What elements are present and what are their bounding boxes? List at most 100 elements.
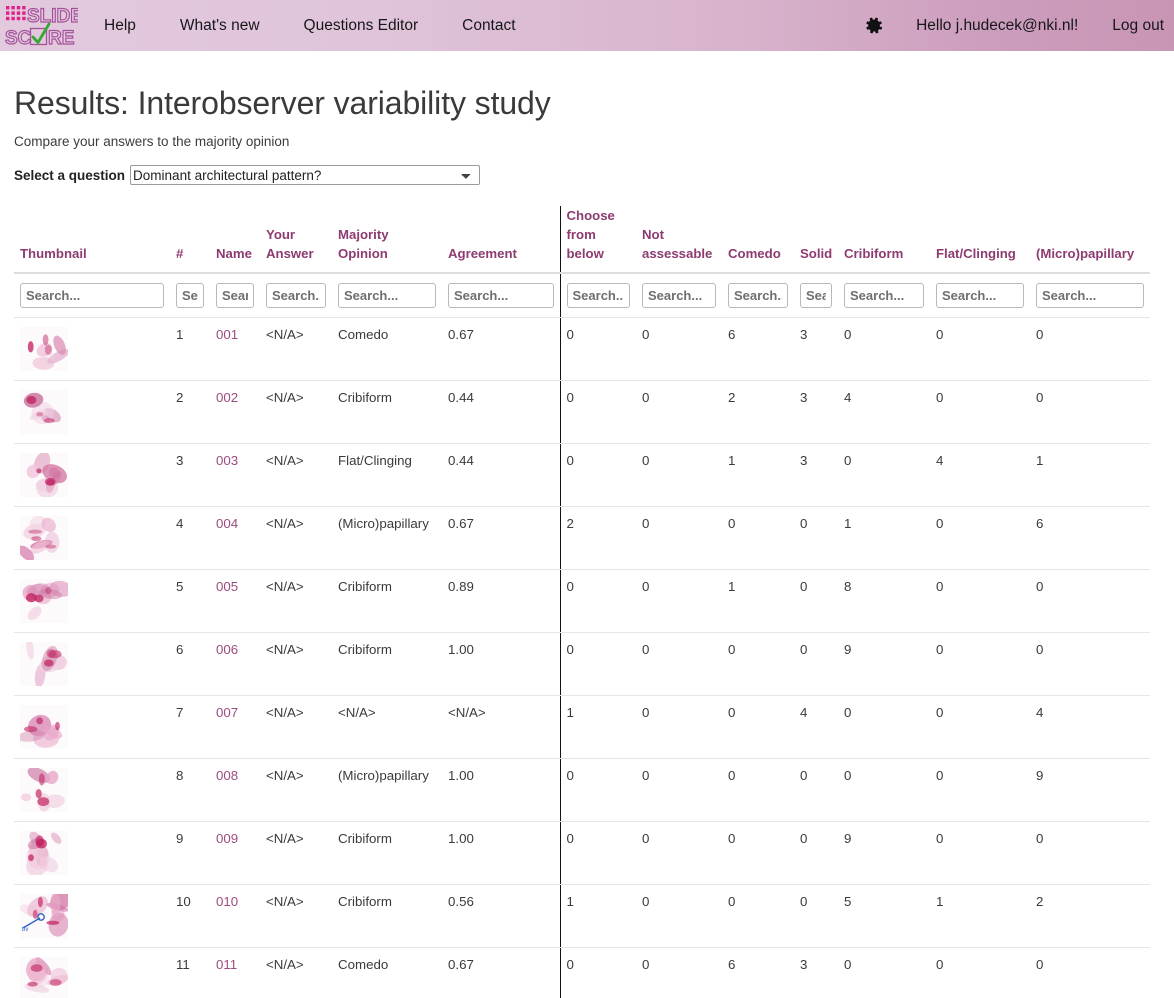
search-input-your-answer[interactable]	[266, 283, 326, 308]
slide-thumbnail-image[interactable]	[20, 642, 68, 686]
cell-name[interactable]: 009	[210, 821, 260, 885]
col-cribiform[interactable]: Cribiform	[838, 206, 930, 274]
col-your-answer[interactable]: Your Answer	[260, 206, 332, 274]
col-thumbnail[interactable]: Thumbnail	[14, 206, 170, 274]
user-greeting: Hello j.hudecek@nki.nl!	[916, 16, 1079, 34]
cell-solid: 3	[794, 947, 838, 998]
slide-thumbnail-image[interactable]	[20, 579, 68, 623]
slide-name-link[interactable]: 005	[216, 579, 238, 594]
search-input-thumbnail[interactable]	[20, 283, 164, 308]
slide-name-link[interactable]: 002	[216, 390, 238, 405]
cell-cribiform: 9	[838, 821, 930, 885]
gear-icon[interactable]	[860, 13, 886, 39]
cell-name[interactable]: 006	[210, 632, 260, 696]
table-row[interactable]: 6 006 <N/A> Cribiform 1.00 0 0 0 0 9 0 0	[14, 632, 1150, 696]
cell-thumbnail[interactable]	[14, 317, 170, 381]
cell-thumbnail[interactable]	[14, 758, 170, 822]
search-input-not-assessable[interactable]	[642, 283, 716, 308]
search-input-cribiform[interactable]	[844, 283, 924, 308]
cell-name[interactable]: 007	[210, 695, 260, 759]
nav-item-whats-new[interactable]: What's new	[180, 11, 260, 41]
cell-name[interactable]: 003	[210, 443, 260, 507]
search-input-comedo[interactable]	[728, 283, 788, 308]
col-name[interactable]: Name	[210, 206, 260, 274]
search-input-agreement[interactable]	[448, 283, 554, 308]
slide-thumbnail-image[interactable]	[20, 957, 68, 998]
slide-name-link[interactable]: 010	[216, 894, 238, 909]
cell-name[interactable]: 001	[210, 317, 260, 381]
col-majority-opinion[interactable]: Majority Opinion	[332, 206, 442, 274]
cell-cribiform: 4	[838, 380, 930, 444]
slide-score-logo[interactable]: SLIDE SC RE	[2, 0, 80, 51]
cell-name[interactable]: 002	[210, 380, 260, 444]
cell-name[interactable]: 011	[210, 947, 260, 998]
table-row[interactable]: 3 003 <N/A> Flat/Clinging 0.44 0 0 1 3 0 4 1	[14, 443, 1150, 507]
cell-name[interactable]: 004	[210, 506, 260, 570]
table-row[interactable]: 11 011 <N/A> Comedo 0.67 0 0 6 3 0 0 0	[14, 947, 1150, 998]
slide-name-link[interactable]: 004	[216, 516, 238, 531]
search-input-index[interactable]	[176, 283, 204, 308]
question-select[interactable]: Dominant architectural pattern?	[130, 165, 481, 185]
cell-thumbnail[interactable]	[14, 695, 170, 759]
slide-thumbnail-image[interactable]	[20, 390, 68, 434]
search-cell-flat	[930, 273, 1030, 318]
slide-thumbnail-image[interactable]	[20, 453, 68, 497]
search-input-micro[interactable]	[1036, 283, 1144, 308]
cell-thumbnail[interactable]	[14, 380, 170, 444]
nav-item-questions-editor[interactable]: Questions Editor	[304, 11, 419, 41]
slide-name-link[interactable]: 006	[216, 642, 238, 657]
table-row[interactable]: 9 009 <N/A> Cribiform 1.00 0 0 0 0 9 0 0	[14, 821, 1150, 885]
col-not-assessable[interactable]: Not assessable	[636, 206, 722, 274]
cell-name[interactable]: 010	[210, 884, 260, 948]
cell-thumbnail[interactable]	[14, 821, 170, 885]
col-index[interactable]: #	[170, 206, 210, 274]
search-input-choose[interactable]	[566, 283, 630, 308]
slide-name-link[interactable]: 007	[216, 705, 238, 720]
slide-name-link[interactable]: 008	[216, 768, 238, 783]
cell-thumbnail[interactable]	[14, 632, 170, 696]
page-subtitle: Compare your answers to the majority opi…	[14, 134, 290, 149]
cell-thumbnail[interactable]	[14, 884, 170, 948]
nav-item-help[interactable]: Help	[104, 11, 136, 41]
slide-thumbnail-image[interactable]	[20, 894, 68, 938]
table-row[interactable]: 5 005 <N/A> Cribiform 0.89 0 0 1 0 8 0 0	[14, 569, 1150, 633]
slide-name-link[interactable]: 003	[216, 453, 238, 468]
cell-thumbnail[interactable]	[14, 569, 170, 633]
cell-thumbnail[interactable]	[14, 506, 170, 570]
col-comedo[interactable]: Comedo	[722, 206, 794, 274]
table-row[interactable]: 8 008 <N/A> (Micro)papillary 1.00 0 0 0 0 0 0 9	[14, 758, 1150, 822]
table-row[interactable]: 2 002 <N/A> Cribiform 0.44 0 0 2 3 4 0 0	[14, 380, 1150, 444]
cell-name[interactable]: 008	[210, 758, 260, 822]
cell-thumbnail[interactable]	[14, 947, 170, 998]
col-agreement[interactable]: Agreement	[442, 206, 560, 274]
slide-name-link[interactable]: 009	[216, 831, 238, 846]
nav-item-contact[interactable]: Contact	[462, 11, 515, 41]
search-input-name[interactable]	[216, 283, 254, 308]
cell-your-answer: <N/A>	[260, 569, 332, 633]
cell-not-assessable: 0	[636, 317, 722, 381]
col-choose-from-below[interactable]: Choose from below	[559, 206, 636, 274]
table-row[interactable]: 10 010 <N/A> Cribiform 0.56 1 0 0 0 5 1 2	[14, 884, 1150, 948]
slide-thumbnail-image[interactable]	[20, 705, 68, 749]
table-row[interactable]: 1 001 <N/A> Comedo 0.67 0 0 6 3 0 0 0	[14, 317, 1150, 381]
col-flat-clinging[interactable]: Flat/Clinging	[930, 206, 1030, 274]
slide-thumbnail-image[interactable]	[20, 768, 68, 812]
table-row[interactable]: 7 007 <N/A> <N/A> <N/A> 1 0 0 4 0 0 4	[14, 695, 1150, 759]
cell-thumbnail[interactable]	[14, 443, 170, 507]
col-micropapillary[interactable]: (Micro)papillary	[1030, 206, 1150, 274]
cell-index: 9	[170, 821, 210, 885]
slide-name-link[interactable]: 001	[216, 327, 238, 342]
nav-right-section: Hello j.hudecek@nki.nl! Log out	[860, 13, 1174, 39]
slide-name-link[interactable]: 011	[216, 957, 237, 972]
search-input-majority[interactable]	[338, 283, 436, 308]
col-solid[interactable]: Solid	[794, 206, 838, 274]
search-input-flat[interactable]	[936, 283, 1024, 308]
slide-thumbnail-image[interactable]	[20, 831, 68, 875]
table-row[interactable]: 4 004 <N/A> (Micro)papillary 0.67 2 0 0 0 1 0 6	[14, 506, 1150, 570]
slide-thumbnail-image[interactable]	[20, 327, 68, 371]
cell-name[interactable]: 005	[210, 569, 260, 633]
slide-thumbnail-image[interactable]	[20, 516, 68, 560]
logout-link[interactable]: Log out	[1112, 17, 1164, 35]
cell-agreement: 0.67	[442, 506, 560, 570]
search-input-solid[interactable]	[800, 283, 832, 308]
